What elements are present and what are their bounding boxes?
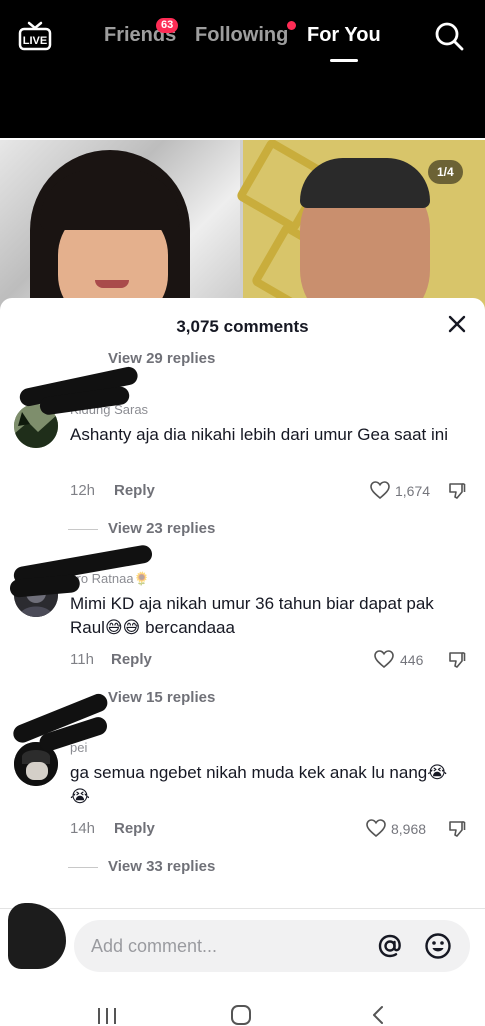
active-tab-indicator (330, 59, 358, 62)
top-navigation-bar: LIVE Friends 63 Following For You (0, 0, 485, 138)
view-replies-button[interactable]: View 23 replies (108, 520, 215, 537)
view-replies-button[interactable]: View 29 replies (108, 350, 215, 367)
mention-icon[interactable] (376, 932, 404, 960)
video-panel-left (0, 140, 240, 310)
comments-count-title: 3,075 comments (176, 317, 309, 336)
search-icon[interactable] (434, 21, 464, 51)
image-counter: 1/4 (428, 160, 463, 184)
view-replies-line (68, 529, 98, 530)
comment-time: 11h (70, 651, 94, 668)
view-replies-button[interactable]: View 33 replies (108, 858, 215, 875)
reply-button[interactable]: Reply (111, 651, 152, 668)
dislike-icon[interactable] (448, 482, 466, 500)
comments-sheet: 3,075 comments View 29 replies Kidung Sa… (0, 298, 485, 1024)
comment-text: ga semua ngebet nikah muda kek anak lu n… (70, 763, 448, 806)
system-navigation-bar (0, 992, 485, 1026)
heart-icon[interactable] (374, 650, 394, 669)
tab-following[interactable]: Following (195, 24, 288, 47)
dislike-icon[interactable] (448, 820, 466, 838)
friends-notification-badge: 63 (156, 18, 179, 33)
composer-divider (0, 908, 485, 909)
tab-for-you[interactable]: For You (307, 24, 381, 47)
emoji-icon[interactable] (424, 932, 452, 960)
video-preview[interactable]: 1/4 (0, 140, 485, 310)
add-comment-input[interactable]: Add comment... (74, 920, 470, 972)
comment-text: Ashanty aja dia nikahi lebih dari umur G… (70, 425, 448, 444)
like-count: 1,674 (395, 483, 431, 499)
like-count: 446 (400, 652, 424, 668)
dislike-icon[interactable] (448, 651, 466, 669)
following-notification-dot (287, 21, 296, 30)
live-icon[interactable]: LIVE (18, 21, 52, 51)
close-icon[interactable] (448, 315, 466, 333)
comment-time: 12h (70, 482, 96, 499)
home-icon[interactable] (230, 1004, 252, 1026)
person-hair (300, 158, 430, 208)
reply-button[interactable]: Reply (114, 482, 155, 499)
view-replies-button[interactable]: View 15 replies (108, 689, 215, 706)
comment-time: 14h (70, 820, 96, 837)
like-count: 8,968 (391, 821, 427, 837)
heart-icon[interactable] (370, 481, 390, 500)
heart-icon[interactable] (366, 819, 386, 838)
comment-text: Mimi KD aja nikah umur 36 tahun biar dap… (70, 594, 434, 637)
recent-apps-icon[interactable] (96, 1006, 118, 1024)
person-mouth (95, 280, 129, 288)
back-icon[interactable] (370, 1004, 386, 1026)
live-label: LIVE (23, 35, 47, 47)
reply-button[interactable]: Reply (114, 820, 155, 837)
view-replies-line (68, 867, 98, 868)
person-bangs (40, 170, 180, 230)
add-comment-placeholder: Add comment... (91, 936, 218, 956)
